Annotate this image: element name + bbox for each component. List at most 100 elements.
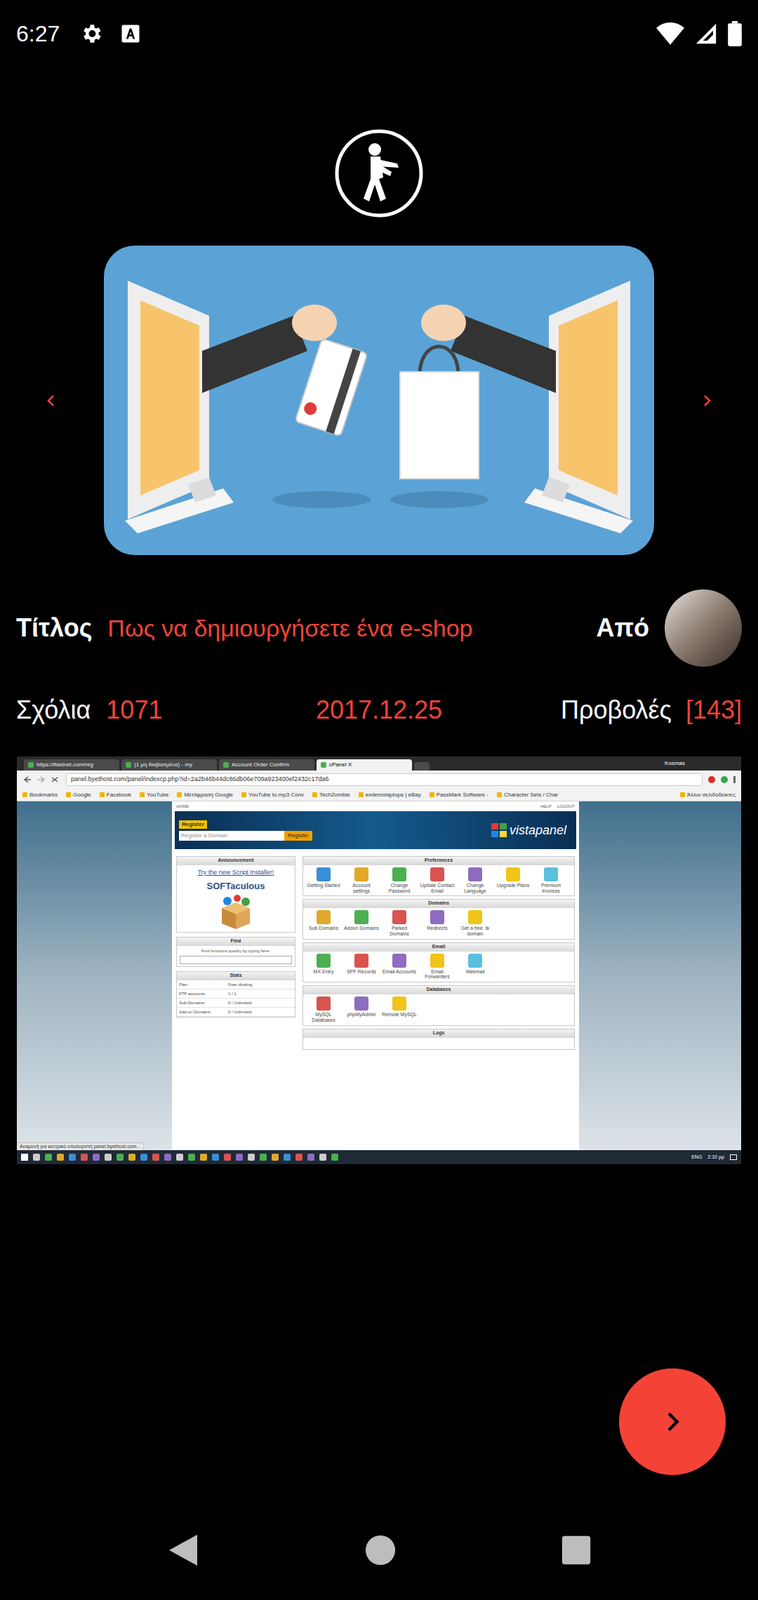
language-indicator[interactable]: ENG — [691, 1153, 702, 1162]
bookmark-icon — [22, 792, 28, 798]
taskbar-app-icon[interactable] — [104, 1153, 112, 1161]
browser-nav-icon[interactable] — [22, 775, 61, 784]
favicon-icon — [125, 762, 132, 768]
logout-link[interactable]: LOGOUT — [557, 803, 575, 810]
taskbar-app-icon[interactable] — [200, 1153, 208, 1161]
taskbar-app-icon[interactable] — [247, 1153, 255, 1161]
bookmark-icon — [65, 792, 71, 798]
feature-icon — [316, 996, 331, 1011]
taskbar-app-icon[interactable] — [128, 1153, 136, 1161]
feature-item[interactable]: phpMyAdmin — [343, 996, 379, 1023]
bookmark[interactable]: Μετάφραση Google — [176, 790, 234, 800]
feature-item[interactable]: Parked Domains — [381, 910, 417, 937]
home-link[interactable]: HOME — [176, 803, 189, 810]
bookmark[interactable]: YouTube — [139, 790, 169, 800]
browser-tab[interactable]: https://ifastnet.com/reg — [23, 759, 120, 771]
feature-item[interactable]: Get a free .tk domain — [457, 910, 493, 937]
taskbar-app-icon[interactable] — [44, 1153, 52, 1161]
taskbar-app-icon[interactable] — [80, 1153, 88, 1161]
bookmark[interactable]: Bookmarks — [22, 790, 58, 800]
feature-item[interactable]: Webmail — [457, 953, 493, 980]
feature-item[interactable]: Addon Domains — [343, 910, 379, 937]
tab-label: cPanel X — [329, 760, 352, 770]
taskbar-app-icon[interactable] — [32, 1153, 41, 1161]
feature-item[interactable]: Change Password — [381, 867, 417, 894]
bookmark[interactable]: Character Sets / Char — [496, 790, 558, 800]
browser-tab[interactable]: Account Order Confirm — [218, 759, 315, 771]
notifications-icon[interactable] — [729, 1154, 737, 1161]
bookmark[interactable]: PassMark Software - — [429, 790, 489, 800]
feature-item[interactable]: Email Forwarders — [419, 953, 455, 980]
feature-label: Account settings — [343, 882, 379, 894]
feature-label: Sub Domains — [308, 925, 339, 932]
back-icon[interactable] — [166, 1532, 201, 1569]
bookmark[interactable]: Facebook — [99, 790, 132, 800]
taskbar-app-icon[interactable] — [176, 1153, 184, 1161]
taskbar-app-icon[interactable] — [331, 1153, 339, 1161]
taskbar-app-icon[interactable] — [259, 1153, 267, 1161]
feature-item[interactable]: Account settings — [343, 867, 379, 894]
feature-item[interactable]: Redirects — [419, 910, 455, 937]
bookmark[interactable]: YouTube to mp3 Conv — [241, 790, 304, 800]
extension-icon[interactable] — [720, 776, 728, 784]
feature-item[interactable]: Sub Domains — [306, 910, 342, 937]
bookmark[interactable]: TechZombie — [312, 790, 351, 800]
register-button[interactable]: Register — [284, 830, 313, 841]
taskbar-app-icon[interactable] — [92, 1153, 100, 1161]
bookmark[interactable]: exdemolaptops | eBay — [358, 790, 422, 800]
browser-tab[interactable]: cPanel X — [316, 759, 412, 771]
feature-item[interactable]: Update Contact Email — [419, 867, 455, 894]
taskbar-app-icon[interactable] — [140, 1153, 148, 1161]
bookmark[interactable]: Άλλοι σελιδοδείκτες — [680, 790, 736, 800]
taskbar-app-icon[interactable] — [164, 1153, 172, 1161]
taskbar-app-icon[interactable] — [211, 1153, 219, 1161]
taskbar-app-icon[interactable] — [295, 1153, 303, 1161]
taskbar-app-icon[interactable] — [223, 1153, 231, 1161]
taskbar-app-icon[interactable] — [152, 1153, 160, 1161]
taskbar-app-icon[interactable] — [271, 1153, 279, 1161]
feature-item[interactable]: MySQL Databases — [306, 996, 342, 1023]
extension-icon[interactable] — [708, 776, 716, 784]
menu-icon[interactable] — [733, 776, 736, 784]
windows-start-icon[interactable] — [21, 1153, 29, 1161]
find-input[interactable] — [179, 955, 292, 965]
feature-item[interactable]: Premium Invoices — [533, 867, 569, 894]
feature-item[interactable]: Getting Started — [306, 867, 342, 894]
taskbar-app-icon[interactable] — [235, 1153, 243, 1161]
taskbar-app-icon[interactable] — [116, 1153, 124, 1161]
feature-item[interactable]: Change Language — [457, 867, 493, 894]
taskbar-app-icon[interactable] — [319, 1153, 327, 1161]
feature-item[interactable]: Remote MySQL — [381, 996, 417, 1023]
url-field[interactable]: panel.byethost.com/panel/indexcp.php?id=… — [65, 773, 703, 787]
bookmark[interactable]: Google — [65, 790, 92, 800]
domain-input[interactable] — [178, 830, 285, 841]
chevron-left-icon[interactable] — [40, 390, 62, 412]
feature-item[interactable]: Upgrade Plans — [495, 867, 531, 894]
recents-icon[interactable] — [560, 1534, 592, 1566]
register-tag[interactable]: Register — [178, 820, 208, 829]
views-label: Προβολές — [560, 691, 672, 730]
taskbar-app-icon[interactable] — [56, 1153, 64, 1161]
feature-item[interactable]: MX Entry — [306, 953, 342, 980]
help-link[interactable]: HELP — [540, 803, 552, 810]
feature-label: Change Language — [457, 882, 493, 894]
stats-row: Sub-Domains0 / Unlimited — [176, 998, 295, 1008]
taskbar-app-icon[interactable] — [188, 1153, 196, 1161]
feature-label: Getting Started — [306, 882, 340, 889]
home-icon[interactable] — [364, 1534, 397, 1567]
taskbar-app-icon[interactable] — [283, 1153, 291, 1161]
chevron-right-icon[interactable] — [696, 390, 718, 412]
taskbar-app-icon[interactable] — [307, 1153, 315, 1161]
author-avatar[interactable] — [664, 589, 742, 667]
taskbar-app-icon[interactable] — [68, 1153, 76, 1161]
script-installer-link[interactable]: Try the new Script Installer! — [197, 868, 275, 879]
tab-label: (1 μη διαβασμένα) - my — [134, 760, 193, 770]
next-button[interactable] — [619, 1368, 726, 1476]
bookmark-label: YouTube to mp3 Conv — [248, 790, 304, 800]
bookmark-icon — [139, 792, 145, 798]
bookmark-icon — [312, 792, 318, 798]
feature-item[interactable]: SPF Records — [343, 953, 379, 980]
browser-tab[interactable]: (1 μη διαβασμένα) - my — [121, 759, 217, 771]
feature-item[interactable]: Email Accounts — [381, 953, 417, 980]
new-tab-button[interactable] — [414, 762, 430, 771]
